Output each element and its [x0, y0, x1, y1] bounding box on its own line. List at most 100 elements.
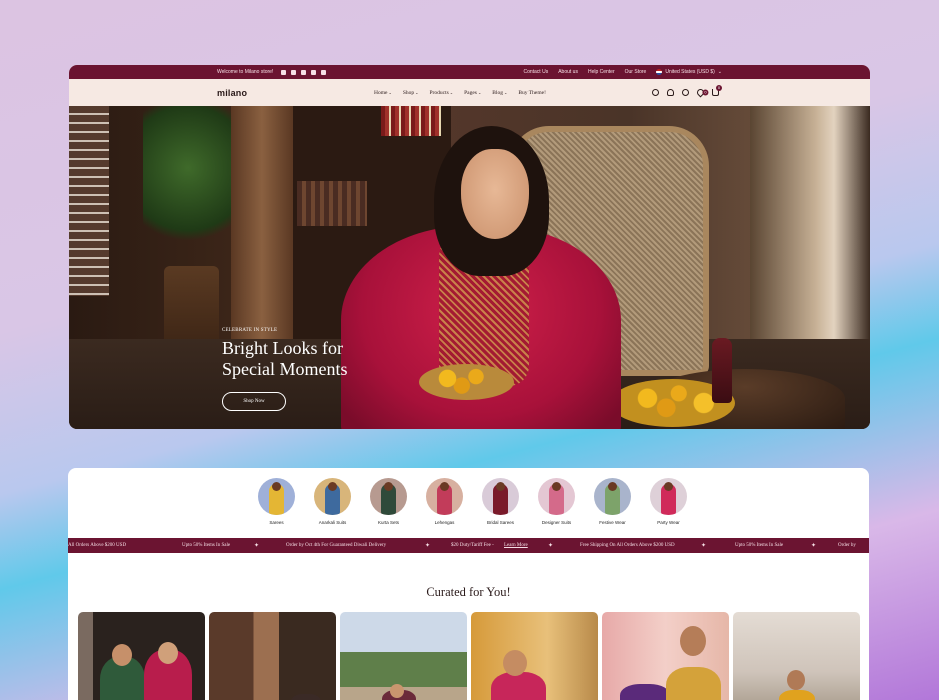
hero-laddoo-plate	[419, 364, 514, 400]
announcement-bar: Welcome to Milano store! Contact Us Abou…	[69, 65, 870, 79]
tile-model-head	[503, 650, 527, 676]
category-label: Party Wear	[657, 520, 680, 525]
menu-blog[interactable]: Blog ⌄	[492, 90, 507, 96]
curated-tile-1[interactable]	[78, 612, 205, 700]
welcome-text: Welcome to Milano store!	[217, 69, 274, 75]
menu-blog-label: Blog	[492, 89, 503, 96]
marquee-learn-more-link[interactable]: Learn More	[504, 543, 528, 548]
hero-plant	[143, 106, 233, 261]
chevron-down-icon: ⌄	[415, 90, 419, 95]
marquee-text-3: Order by Oct 4th For Guaranteed Diwali D…	[286, 543, 387, 548]
hero-books-middle	[297, 181, 367, 226]
hero-banner: CELEBRATE IN STYLE Bright Looks for Spec…	[69, 106, 870, 429]
curated-tiles	[78, 612, 860, 700]
hero-headline-line2: Special Moments	[222, 359, 348, 379]
category-label: Designer Suits	[541, 520, 572, 525]
wishlist-icon[interactable]: 0	[695, 87, 709, 98]
category-item[interactable]: Party Wear	[650, 478, 687, 525]
site-logo[interactable]: milano	[217, 88, 247, 98]
curated-tile-3[interactable]	[340, 612, 467, 700]
hero-eyebrow: CELEBRATE IN STYLE	[222, 328, 278, 333]
link-our-store[interactable]: Our Store	[625, 69, 647, 75]
chevron-down-icon: ⌄	[717, 69, 722, 75]
us-flag-icon	[656, 69, 663, 75]
category-image	[258, 478, 295, 515]
menu-home[interactable]: Home ⌄	[374, 90, 392, 96]
category-item[interactable]: Kurta Sets	[370, 478, 407, 525]
chevron-down-icon: ⌄	[449, 90, 454, 95]
category-model-head	[328, 482, 337, 491]
marquee-star-icon: ✦	[254, 543, 260, 549]
curated-tile-2[interactable]	[209, 612, 336, 700]
menu-shop[interactable]: Shop ⌄	[403, 90, 419, 96]
category-item[interactable]: Anarkali Suits	[314, 478, 351, 525]
instagram-icon[interactable]	[291, 69, 297, 75]
category-item[interactable]: Lehengas	[426, 478, 463, 525]
hero-books-top	[381, 106, 441, 136]
category-image	[538, 478, 575, 515]
category-label: Anarkali Suits	[318, 520, 347, 525]
category-image	[594, 478, 631, 515]
menu-products-label: Products	[429, 89, 449, 96]
country-selector[interactable]: United States (USD $) ⌄	[656, 69, 722, 75]
hero-window-shutter	[69, 106, 109, 296]
storefront-bottom-frame: Sarees Anarkali Suits Kurta Sets Lehengas Br…	[68, 468, 869, 700]
marquee-text-1: All Orders Above $200 USD	[68, 543, 127, 548]
curated-section-title: Curated for You!	[426, 585, 511, 599]
link-about-us[interactable]: About us	[558, 69, 578, 75]
facebook-icon[interactable]	[281, 69, 287, 75]
shop-now-button[interactable]: Shop Now	[222, 392, 286, 411]
category-label: Festive Wear	[599, 520, 626, 525]
category-model-head	[496, 482, 505, 491]
link-help-center[interactable]: Help Center	[588, 69, 615, 75]
social-links	[281, 69, 327, 75]
hero-text-block: CELEBRATE IN STYLE Bright Looks for Spec…	[222, 328, 347, 411]
category-model-head	[440, 482, 449, 491]
category-label: Lehengas	[434, 520, 455, 525]
category-item[interactable]: Bridal Sarees	[482, 478, 519, 525]
tile-model-head	[112, 644, 132, 666]
category-item[interactable]: Festive Wear	[594, 478, 631, 525]
marquee-star-icon: ✦	[425, 543, 431, 549]
main-menu: Home ⌄ Shop ⌄ Products ⌄ Pages ⌄ Blog ⌄ Buy T…	[374, 90, 546, 96]
curated-tile-4[interactable]	[471, 612, 598, 700]
marquee-text-4: $20 Duty/Tariff Fee -	[451, 543, 494, 548]
marquee-text-5: Free Shipping On All Orders Above $200 U…	[580, 543, 675, 548]
tile-model	[491, 672, 546, 700]
cart-count-badge: 0	[716, 85, 722, 91]
country-label: United States (USD $)	[665, 69, 715, 75]
category-model-head	[664, 482, 673, 491]
search-icon[interactable]	[652, 89, 659, 96]
curated-tile-5[interactable]	[602, 612, 729, 700]
account-icon[interactable]	[667, 89, 674, 96]
menu-shop-label: Shop	[402, 89, 415, 96]
curated-tile-6[interactable]	[733, 612, 860, 700]
recently-viewed-icon[interactable]	[682, 89, 689, 96]
tiktok-icon[interactable]	[301, 69, 307, 75]
tile-model	[291, 694, 321, 700]
category-item[interactable]: Designer Suits	[538, 478, 575, 525]
tile-model-head	[680, 626, 706, 656]
promo-marquee: All Orders Above $200 USD Upto 50% Items…	[68, 538, 869, 553]
category-image	[370, 478, 407, 515]
category-image	[650, 478, 687, 515]
chevron-down-icon: ⌄	[388, 90, 392, 95]
youtube-icon[interactable]	[311, 69, 317, 75]
marquee-text-7: Order by	[838, 543, 856, 548]
marquee-text-6: Upto 50% Items In Sale	[735, 543, 784, 548]
menu-products[interactable]: Products ⌄	[429, 90, 453, 96]
hero-vase	[712, 338, 732, 403]
chevron-down-icon: ⌄	[504, 90, 508, 95]
marquee-star-icon: ✦	[701, 543, 707, 549]
marquee-star-icon: ✦	[811, 543, 817, 549]
menu-buy-theme[interactable]: Buy Theme!	[518, 90, 546, 96]
category-item[interactable]: Sarees	[258, 478, 295, 525]
link-contact-us[interactable]: Contact Us	[523, 69, 548, 75]
cart-icon[interactable]: 0	[712, 85, 722, 96]
chevron-down-icon: ⌄	[477, 90, 482, 95]
pinterest-icon[interactable]	[321, 69, 327, 75]
menu-pages[interactable]: Pages ⌄	[464, 90, 481, 96]
hero-carved-pillar	[231, 106, 293, 356]
category-model-head	[272, 482, 281, 491]
tile-model-head	[787, 670, 805, 690]
